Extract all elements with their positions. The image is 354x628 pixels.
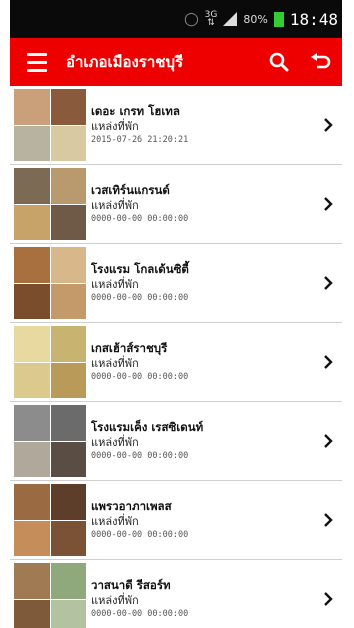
hamburger-menu-icon[interactable] [10, 38, 64, 86]
list-item[interactable]: เวสเทิร์นแกรนด์แหล่งที่พัก 0000-00-00 00:… [10, 165, 342, 244]
item-info: วาสนาดี รีสอร์ทแหล่งที่พัก 0000-00-00 00:… [86, 578, 314, 620]
chevron-right-icon[interactable] [314, 118, 342, 132]
item-name: แพรวอาภาเพลส [91, 499, 172, 513]
item-name: เดอะ เกรท โฮเทล [91, 104, 180, 118]
battery-icon [273, 11, 284, 27]
list-item[interactable]: โรงแรม โกลเด้นซิตี้แหล่งที่พัก 0000-00-00… [10, 244, 342, 323]
hotel-thumbnail [14, 405, 86, 477]
item-category: แหล่งที่พัก [91, 278, 139, 291]
hotel-thumbnail [14, 563, 86, 628]
hotel-thumbnail [14, 89, 86, 161]
item-category: แหล่งที่พัก [91, 515, 139, 528]
network-indicator: 3G ⇅ [205, 11, 218, 28]
item-category: แหล่งที่พัก [91, 436, 139, 449]
item-category: แหล่งที่พัก [91, 120, 139, 133]
item-name: เวสเทิร์นแกรนด์ [91, 183, 170, 197]
chevron-right-icon[interactable] [314, 513, 342, 527]
hotel-thumbnail [14, 247, 86, 319]
item-date: 0000-00-00 00:00:00 [91, 293, 189, 303]
item-date: 2015-07-26 21:20:21 [91, 135, 189, 145]
data-arrows-icon: ⇅ [207, 18, 215, 28]
chevron-right-icon[interactable] [314, 355, 342, 369]
item-date: 0000-00-00 00:00:00 [91, 214, 189, 224]
item-date: 0000-00-00 00:00:00 [91, 451, 189, 461]
status-bar: ◯ 3G ⇅ 80% 18:48 [10, 0, 342, 38]
list-item[interactable]: เดอะ เกรท โฮเทลแหล่งที่พัก 2015-07-26 21:… [10, 86, 342, 165]
hotel-thumbnail [14, 326, 86, 398]
list-item[interactable]: เกสเฮ้าส์ราชบุรีแหล่งที่พัก 0000-00-00 00… [10, 323, 342, 402]
item-date: 0000-00-00 00:00:00 [91, 530, 189, 540]
item-date: 0000-00-00 00:00:00 [91, 372, 189, 382]
hotel-thumbnail [14, 168, 86, 240]
item-info: เดอะ เกรท โฮเทลแหล่งที่พัก 2015-07-26 21:… [86, 104, 314, 146]
list-item[interactable]: แพรวอาภาเพลสแหล่งที่พัก 0000-00-00 00:00:… [10, 481, 342, 560]
chevron-right-icon[interactable] [314, 197, 342, 211]
battery-percent: 80% [243, 12, 268, 26]
clock: 18:48 [289, 9, 338, 29]
signal-icon [223, 12, 238, 26]
item-info: โรงแรม โกลเด้นซิตี้แหล่งที่พัก 0000-00-00… [86, 262, 314, 304]
chevron-right-icon[interactable] [314, 276, 342, 290]
hotel-list: เดอะ เกรท โฮเทลแหล่งที่พัก 2015-07-26 21:… [10, 86, 342, 628]
back-arrow-icon[interactable] [300, 38, 342, 86]
item-info: เกสเฮ้าส์ราชบุรีแหล่งที่พัก 0000-00-00 00… [86, 341, 314, 383]
eye-icon: ◯ [184, 11, 199, 27]
item-category: แหล่งที่พัก [91, 199, 139, 212]
item-name: โรงแรมเค็ง เรสซิเดนท์ [91, 420, 204, 434]
app-screen: ◯ 3G ⇅ 80% 18:48 อำเภอเมืองราชบุรี เดอะ … [10, 0, 342, 628]
item-date: 0000-00-00 00:00:00 [91, 609, 189, 619]
page-title: อำเภอเมืองราชบุรี [66, 53, 184, 71]
hotel-thumbnail [14, 484, 86, 556]
item-name: โรงแรม โกลเด้นซิตี้ [91, 262, 189, 276]
list-item[interactable]: วาสนาดี รีสอร์ทแหล่งที่พัก 0000-00-00 00:… [10, 560, 342, 628]
item-info: แพรวอาภาเพลสแหล่งที่พัก 0000-00-00 00:00:… [86, 499, 314, 541]
item-name: เกสเฮ้าส์ราชบุรี [91, 341, 168, 355]
item-name: วาสนาดี รีสอร์ท [91, 578, 171, 592]
item-info: เวสเทิร์นแกรนด์แหล่งที่พัก 0000-00-00 00:… [86, 183, 314, 225]
search-icon[interactable] [258, 38, 300, 86]
item-info: โรงแรมเค็ง เรสซิเดนท์แหล่งที่พัก 0000-00-… [86, 420, 314, 462]
chevron-right-icon[interactable] [314, 434, 342, 448]
chevron-right-icon[interactable] [314, 592, 342, 606]
list-item[interactable]: โรงแรมเค็ง เรสซิเดนท์แหล่งที่พัก 0000-00-… [10, 402, 342, 481]
item-category: แหล่งที่พัก [91, 357, 139, 370]
app-toolbar: อำเภอเมืองราชบุรี [10, 38, 342, 86]
item-category: แหล่งที่พัก [91, 594, 139, 607]
